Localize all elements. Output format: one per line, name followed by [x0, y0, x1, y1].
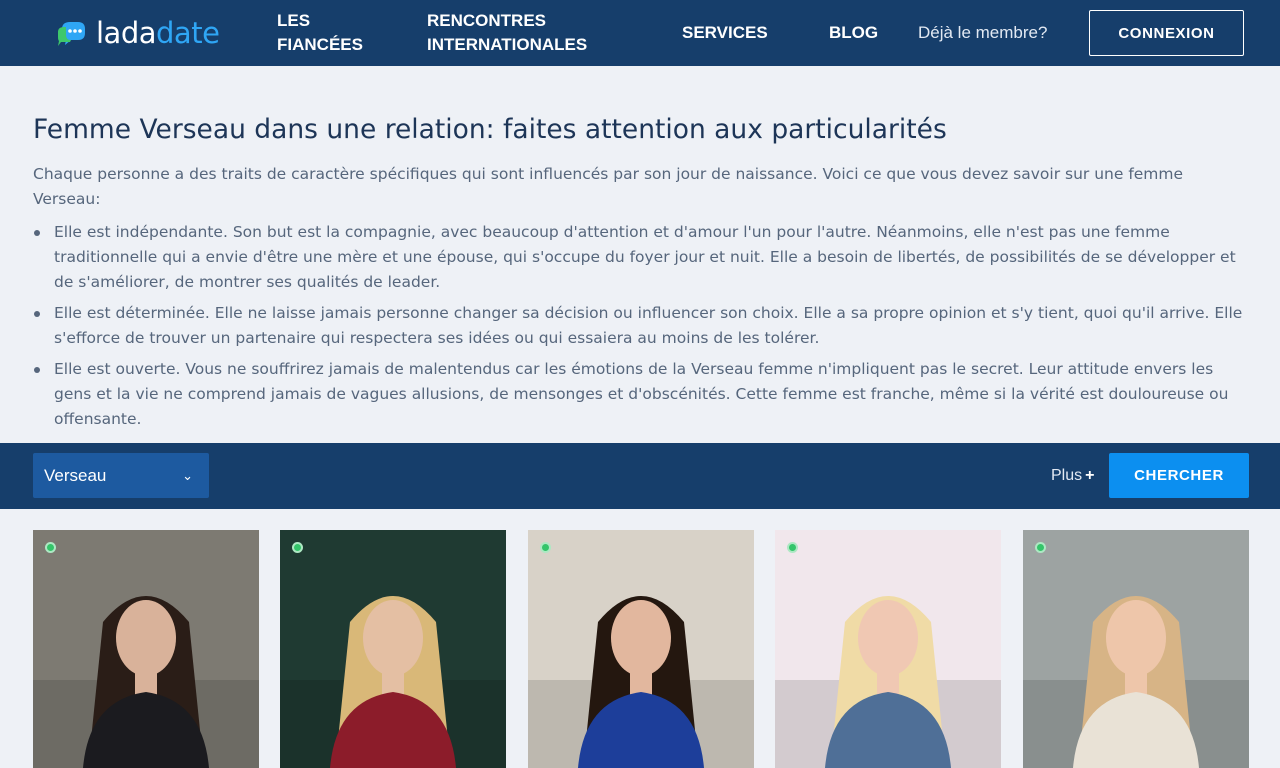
nav-link-international[interactable]: RENCONTRES INTERNATIONALES [427, 9, 617, 57]
nav-link-blog[interactable]: BLOG [829, 21, 878, 45]
already-member-text: Déjà le membre? [918, 23, 1048, 42]
online-status-indicator [787, 542, 798, 553]
search-button[interactable]: CHERCHER [1109, 453, 1249, 498]
logo-text: ladadate [96, 15, 220, 51]
profile-photo [528, 530, 754, 768]
article: Femme Verseau dans une relation: faites … [33, 110, 1248, 438]
profile-card[interactable] [33, 530, 259, 768]
profile-card[interactable] [280, 530, 506, 768]
search-filter-bar: Verseau ⌄ Plus + CHERCHER [0, 443, 1280, 509]
list-item: Elle est ouverte. Vous ne souffrirez jam… [33, 357, 1248, 432]
profile-photo [775, 530, 1001, 768]
logo-text-part2: date [156, 16, 220, 50]
zodiac-sign-select[interactable]: Verseau ⌄ [33, 453, 209, 498]
online-status-indicator [540, 542, 551, 553]
top-navigation-bar: ladadate LES FIANCÉES RENCONTRES INTERNA… [0, 0, 1280, 66]
more-filters-label: Plus [1051, 467, 1083, 484]
list-item: Elle est déterminée. Elle ne laisse jama… [33, 301, 1248, 351]
photo-face [858, 600, 918, 676]
list-item: Elle est indépendante. Son but est la co… [33, 220, 1248, 295]
chat-bubble-icon [58, 22, 85, 46]
online-status-indicator [292, 542, 303, 553]
profile-photo [1023, 530, 1249, 768]
profile-photo [33, 530, 259, 768]
page-title: Femme Verseau dans une relation: faites … [33, 114, 947, 145]
trait-list: Elle est indépendante. Son but est la co… [33, 220, 1248, 432]
photo-face [363, 600, 423, 676]
article-intro: Chaque personne a des traits de caractèr… [33, 165, 1184, 208]
online-status-indicator [45, 542, 56, 553]
profile-card[interactable] [528, 530, 754, 768]
photo-face [116, 600, 176, 676]
online-status-indicator [1035, 542, 1046, 553]
photo-face [611, 600, 671, 676]
logo-text-part1: lada [96, 16, 157, 50]
login-button[interactable]: CONNEXION [1089, 10, 1244, 56]
nav-link-fiancees[interactable]: LES FIANCÉES [277, 9, 387, 57]
nav-link-services[interactable]: SERVICES [682, 21, 768, 45]
more-filters-link[interactable]: Plus + [1051, 464, 1094, 488]
chevron-down-icon: ⌄ [182, 468, 193, 483]
photo-face [1106, 600, 1166, 676]
plus-icon: + [1085, 467, 1095, 484]
profile-card[interactable] [1023, 530, 1249, 768]
logo[interactable]: ladadate [56, 15, 220, 51]
profile-card[interactable] [775, 530, 1001, 768]
zodiac-sign-value: Verseau [44, 466, 107, 485]
profile-photo [280, 530, 506, 768]
